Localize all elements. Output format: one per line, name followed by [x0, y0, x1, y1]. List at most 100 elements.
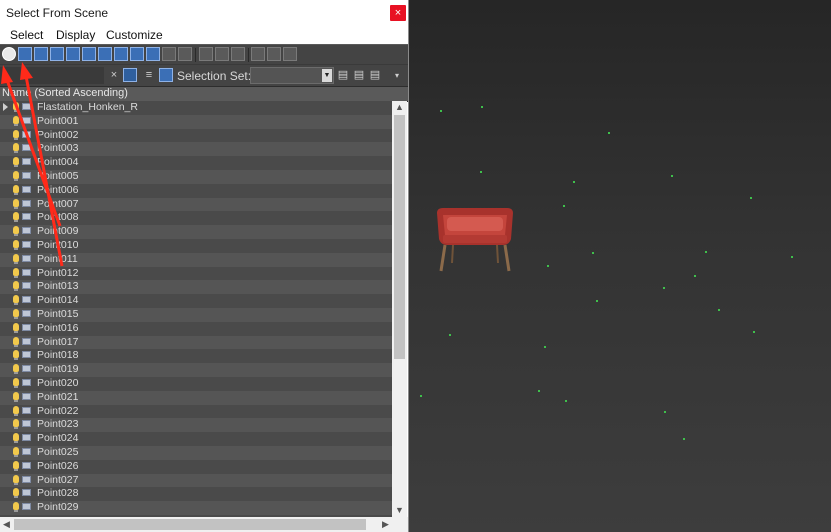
display-xrefs-icon[interactable] — [130, 47, 144, 61]
layers-icon[interactable]: ≡ — [142, 68, 156, 83]
scroll-up-icon[interactable]: ▲ — [392, 101, 407, 114]
list-item[interactable]: Point025 — [0, 445, 392, 460]
display-none-icon[interactable] — [2, 47, 16, 61]
horizontal-scroll-thumb[interactable] — [14, 519, 366, 530]
light-bulb-icon[interactable] — [13, 253, 19, 264]
light-bulb-icon[interactable] — [13, 157, 19, 168]
list-item[interactable]: Point011 — [0, 252, 392, 267]
hierarchy-view-icon[interactable] — [159, 68, 173, 82]
point-helper-marker[interactable] — [538, 390, 540, 392]
menu-select[interactable]: Select — [10, 28, 43, 42]
list-item[interactable]: Point008 — [0, 211, 392, 225]
list-item[interactable]: Point014 — [0, 294, 392, 308]
light-bulb-icon[interactable] — [13, 350, 19, 361]
list-item[interactable]: Point018 — [0, 349, 392, 363]
light-bulb-icon[interactable] — [13, 226, 19, 237]
light-bulb-icon[interactable] — [13, 212, 19, 223]
list-item[interactable]: Point017 — [0, 335, 392, 350]
display-groups-icon[interactable] — [114, 47, 128, 61]
light-bulb-icon[interactable] — [13, 295, 19, 306]
list-item[interactable]: Point016 — [0, 322, 392, 336]
light-bulb-icon[interactable] — [13, 336, 19, 347]
light-bulb-icon[interactable] — [13, 377, 19, 388]
menu-display[interactable]: Display — [56, 28, 95, 42]
light-bulb-icon[interactable] — [13, 391, 19, 402]
filter-icon[interactable] — [251, 47, 265, 61]
horizontal-scrollbar[interactable]: ◀ ▶ — [0, 517, 392, 532]
list-item[interactable]: Point013 — [0, 280, 392, 295]
point-helper-marker[interactable] — [694, 275, 696, 277]
list-item[interactable]: Point023 — [0, 418, 392, 433]
point-helper-marker[interactable] — [592, 252, 594, 254]
scroll-down-icon[interactable]: ▼ — [392, 504, 407, 517]
point-helper-marker[interactable] — [449, 334, 451, 336]
point-helper-marker[interactable] — [791, 256, 793, 258]
list-item[interactable]: Point004 — [0, 156, 392, 170]
point-helper-marker[interactable] — [671, 175, 673, 177]
display-cameras-icon[interactable] — [66, 47, 80, 61]
display-spacewarps-icon[interactable] — [98, 47, 112, 61]
name-column-header[interactable]: Name (Sorted Ascending) — [0, 86, 408, 102]
light-bulb-icon[interactable] — [13, 239, 19, 250]
light-bulb-icon[interactable] — [13, 184, 19, 195]
point-helper-marker[interactable] — [480, 171, 482, 173]
list-item[interactable]: Point022 — [0, 405, 392, 419]
list-item-group[interactable]: Flastation_Honken_R — [0, 101, 392, 115]
light-bulb-icon[interactable] — [13, 419, 19, 430]
light-bulb-icon[interactable] — [13, 364, 19, 375]
point-helper-marker[interactable] — [683, 438, 685, 440]
create-selection-set-icon[interactable]: ▤ — [336, 68, 350, 83]
light-bulb-icon[interactable] — [13, 322, 19, 333]
list-item[interactable]: Point015 — [0, 307, 392, 322]
point-helper-marker[interactable] — [544, 346, 546, 348]
light-bulb-icon[interactable] — [13, 433, 19, 444]
point-helper-marker[interactable] — [420, 395, 422, 397]
list-item[interactable]: Point010 — [0, 239, 392, 253]
find-input[interactable] — [0, 67, 104, 84]
light-bulb-icon[interactable] — [13, 474, 19, 485]
add-to-selection-set-icon[interactable]: ▤ — [352, 68, 366, 83]
title-bar[interactable]: Select From Scene × — [0, 0, 408, 26]
vertical-scroll-thumb[interactable] — [394, 115, 405, 359]
list-item[interactable]: Point005 — [0, 169, 392, 184]
point-helper-marker[interactable] — [565, 400, 567, 402]
close-button[interactable]: × — [390, 5, 406, 21]
display-lights-icon[interactable] — [50, 47, 64, 61]
light-bulb-icon[interactable] — [13, 488, 19, 499]
light-bulb-icon[interactable] — [13, 308, 19, 319]
point-helper-marker[interactable] — [753, 331, 755, 333]
list-item[interactable]: Point001 — [0, 114, 392, 129]
list-item[interactable]: Point003 — [0, 142, 392, 157]
light-bulb-icon[interactable] — [13, 281, 19, 292]
list-item[interactable]: Point027 — [0, 473, 392, 488]
point-helper-marker[interactable] — [705, 251, 707, 253]
list-item[interactable]: Point019 — [0, 363, 392, 377]
list-item[interactable]: Point020 — [0, 377, 392, 391]
list-item[interactable]: Point028 — [0, 487, 392, 501]
point-helper-marker[interactable] — [664, 411, 666, 413]
menu-customize[interactable]: Customize — [106, 28, 163, 42]
light-bulb-icon[interactable] — [13, 405, 19, 416]
light-bulb-icon[interactable] — [13, 102, 19, 112]
point-helper-marker[interactable] — [596, 300, 598, 302]
point-helper-marker[interactable] — [547, 265, 549, 267]
select-invert-icon[interactable] — [231, 47, 245, 61]
light-bulb-icon[interactable] — [13, 115, 19, 126]
list-item[interactable]: Point006 — [0, 184, 392, 198]
point-helper-marker[interactable] — [481, 106, 483, 108]
point-helper-marker[interactable] — [440, 110, 442, 112]
armchair-model[interactable] — [433, 205, 517, 275]
display-geometry-icon[interactable] — [18, 47, 32, 61]
list-item[interactable]: Point024 — [0, 432, 392, 446]
selection-set-dropdown[interactable]: ▼ — [250, 67, 334, 84]
light-bulb-icon[interactable] — [13, 198, 19, 209]
point-helper-marker[interactable] — [750, 197, 752, 199]
point-helper-marker[interactable] — [573, 181, 575, 183]
dropdown-arrow-icon[interactable]: ▼ — [322, 69, 332, 82]
light-bulb-icon[interactable] — [13, 460, 19, 471]
select-none-icon[interactable] — [215, 47, 229, 61]
vertical-scrollbar[interactable]: ▲ ▼ — [392, 101, 407, 517]
light-bulb-icon[interactable] — [13, 502, 19, 513]
scroll-left-icon[interactable]: ◀ — [0, 517, 13, 532]
remove-from-selection-set-icon[interactable]: ▤ — [368, 68, 382, 83]
